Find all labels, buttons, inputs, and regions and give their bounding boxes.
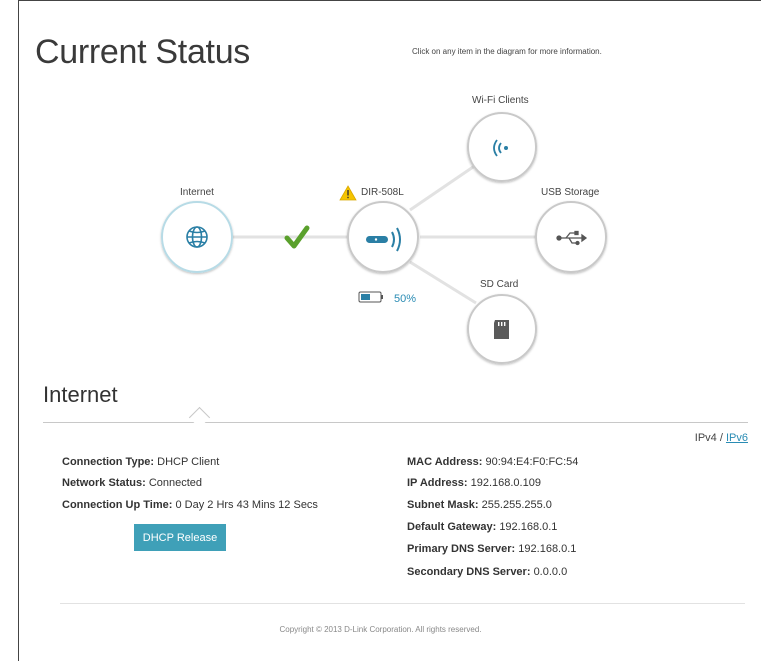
- mac-address-label: MAC Address:: [407, 456, 483, 468]
- wifi-link: [409, 163, 477, 212]
- ipv6-link[interactable]: IPv6: [726, 432, 748, 444]
- subnet-mask-label: Subnet Mask:: [407, 499, 479, 511]
- wifi-clients-label: Wi-Fi Clients: [472, 95, 529, 106]
- default-gateway-label: Default Gateway:: [407, 521, 497, 533]
- internet-section-title: Internet: [43, 382, 118, 407]
- usb-storage-label: USB Storage: [541, 187, 600, 198]
- mac-address-value: 90:94:E4:F0:FC:54: [485, 456, 579, 468]
- network-status-label: Network Status:: [62, 477, 146, 489]
- sd-card-node[interactable]: [467, 294, 537, 364]
- internet-node-label: Internet: [180, 187, 214, 198]
- sd-link: [409, 260, 477, 305]
- connection-type-row: Connection Type: DHCP Client: [62, 456, 219, 468]
- subnet-mask-row: Subnet Mask: 255.255.255.0: [407, 499, 552, 511]
- battery-fill: [361, 294, 370, 300]
- sd-card-icon: [494, 320, 509, 339]
- battery-percent: 50%: [394, 293, 417, 305]
- primary-dns-value: 192.168.0.1: [518, 543, 577, 555]
- default-gateway-value: 192.168.0.1: [499, 521, 558, 533]
- ip-version-switch: IPv4 / IPv6: [695, 432, 748, 444]
- section-divider: [43, 422, 748, 423]
- copyright-text: Copyright © 2013 D-Link Corporation. All…: [279, 625, 482, 634]
- uptime-value: 0 Day 2 Hrs 43 Mins 12 Secs: [175, 499, 318, 511]
- dhcp-release-button[interactable]: DHCP Release: [134, 524, 226, 551]
- connection-type-value: DHCP Client: [157, 456, 220, 468]
- ip-address-label: IP Address:: [407, 477, 468, 489]
- secondary-dns-row: Secondary DNS Server: 0.0.0.0: [407, 566, 567, 578]
- network-status-value: Connected: [148, 477, 203, 489]
- ip-version-separator: /: [719, 432, 723, 444]
- uptime-row: Connection Up Time: 0 Day 2 Hrs 43 Mins …: [62, 499, 318, 511]
- primary-dns-row: Primary DNS Server: 192.168.0.1: [407, 543, 576, 555]
- warning-icon[interactable]: [339, 185, 357, 201]
- ip-address-row: IP Address: 192.168.0.109: [407, 477, 541, 489]
- secondary-dns-value: 0.0.0.0: [533, 566, 568, 578]
- uptime-label: Connection Up Time:: [62, 499, 173, 511]
- router-node[interactable]: [347, 201, 419, 273]
- default-gateway-row: Default Gateway: 192.168.0.1: [407, 521, 557, 533]
- usb-storage-node[interactable]: [535, 201, 607, 273]
- wifi-clients-node[interactable]: [467, 112, 537, 182]
- ipv4-label: IPv4: [694, 432, 717, 444]
- secondary-dns-label: Secondary DNS Server:: [407, 566, 531, 578]
- internet-node[interactable]: [161, 201, 233, 273]
- router-node-label: DIR-508L: [361, 187, 404, 198]
- footer-divider: [60, 603, 745, 604]
- ip-address-value: 192.168.0.109: [470, 477, 541, 489]
- subnet-mask-value: 255.255.255.0: [481, 499, 552, 511]
- sd-card-label: SD Card: [480, 279, 519, 290]
- battery-icon: [358, 291, 383, 303]
- connection-type-label: Connection Type:: [62, 456, 155, 468]
- primary-dns-label: Primary DNS Server:: [407, 543, 516, 555]
- mac-address-row: MAC Address: 90:94:E4:F0:FC:54: [407, 456, 578, 468]
- network-status-row: Network Status: Connected: [62, 477, 202, 489]
